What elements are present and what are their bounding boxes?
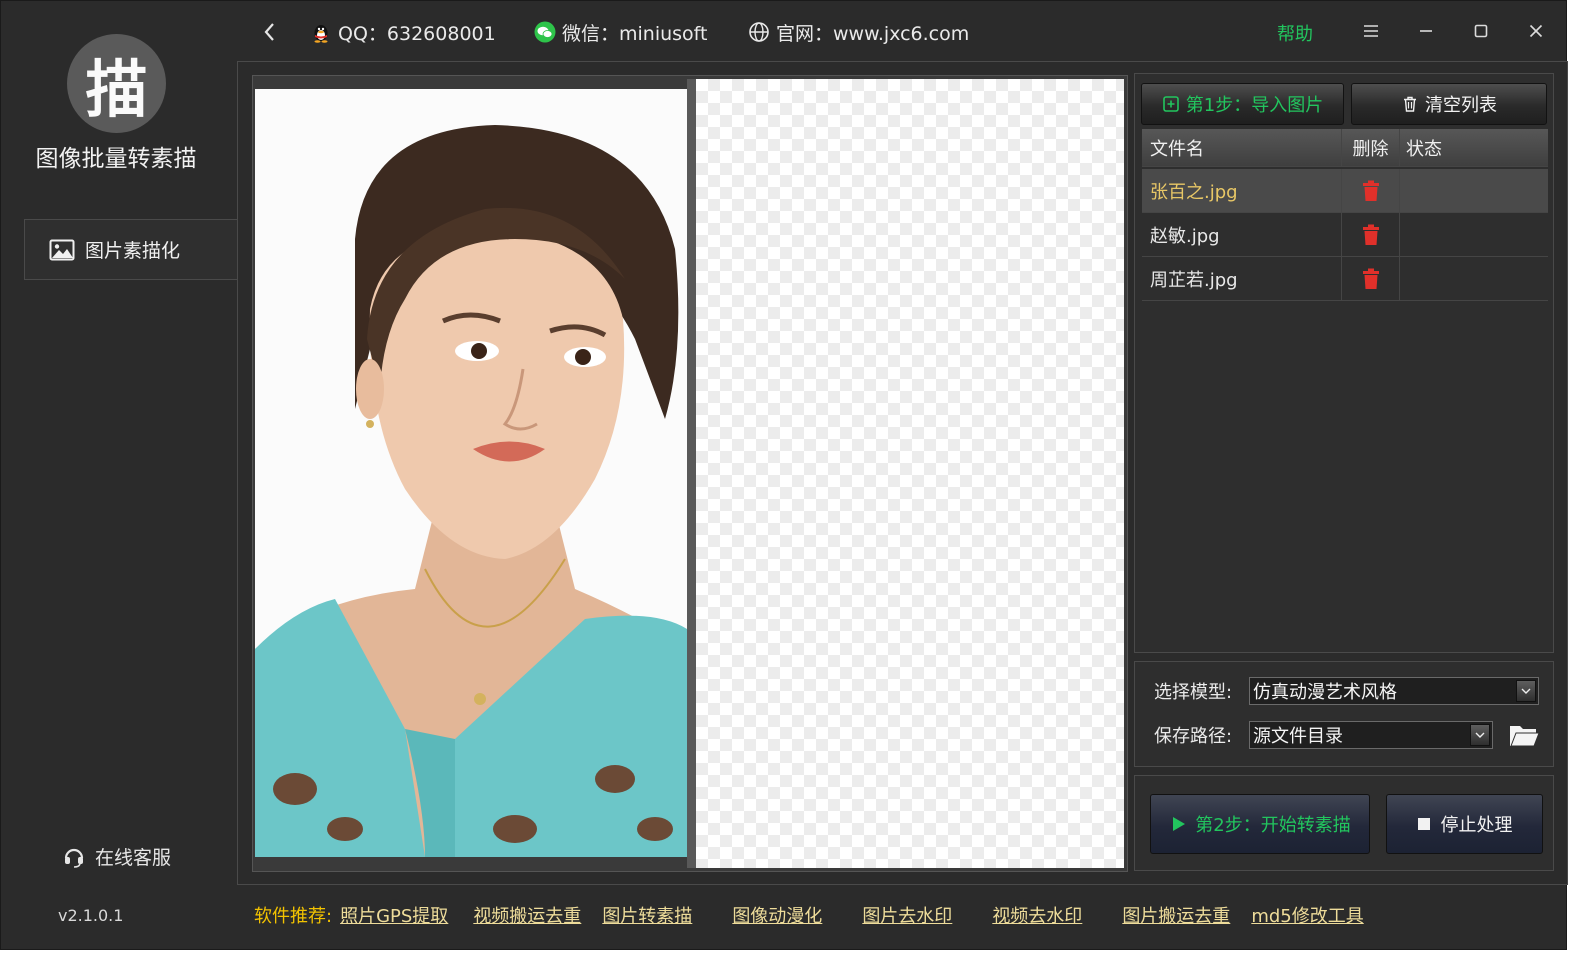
globe-icon: [749, 22, 769, 42]
play-icon: [1173, 817, 1186, 831]
online-service-label: 在线客服: [95, 847, 172, 869]
link-image-watermark[interactable]: 图片去水印: [862, 902, 952, 928]
column-header-name: 文件名: [1142, 129, 1342, 166]
online-service-button[interactable]: 在线客服: [63, 843, 171, 870]
app-logo: 描: [67, 34, 166, 133]
image-icon: [49, 239, 75, 260]
stop-button-label: 停止处理: [1440, 815, 1513, 836]
help-button[interactable]: 帮助: [1277, 20, 1313, 46]
menu-icon[interactable]: [1359, 19, 1383, 43]
maximize-icon[interactable]: [1469, 19, 1493, 43]
qq-contact: QQ：632608001: [310, 19, 496, 45]
column-header-delete: 删除: [1342, 129, 1400, 166]
qq-penguin-icon: [314, 25, 328, 43]
file-status: [1400, 213, 1548, 256]
delete-icon[interactable]: [1361, 224, 1381, 246]
wechat-icon: [534, 21, 556, 43]
wechat-text: 微信：miniusoft: [562, 22, 708, 45]
add-file-icon: [1162, 96, 1179, 112]
stop-button[interactable]: 停止处理: [1386, 794, 1543, 854]
chevron-down-icon: [1516, 680, 1536, 702]
link-gps-extract[interactable]: 照片GPS提取: [340, 902, 448, 928]
table-row[interactable]: 赵敏.jpg: [1142, 213, 1548, 257]
back-icon[interactable]: [259, 19, 281, 45]
file-status: [1400, 169, 1548, 212]
recommend-label: 软件推荐:: [254, 906, 333, 927]
file-name: 赵敏.jpg: [1142, 213, 1342, 256]
delete-icon[interactable]: [1361, 268, 1381, 290]
stop-icon: [1417, 818, 1430, 830]
result-preview: [696, 79, 1124, 868]
software-recommendations: 软件推荐: 照片GPS提取 视频搬运去重 图片转素描 图像动漫化 图片去水印 视…: [254, 902, 1364, 928]
table-row[interactable]: 周芷若.jpg: [1142, 257, 1548, 301]
preview-splitter[interactable]: [687, 79, 696, 868]
column-header-status: 状态: [1406, 138, 1442, 160]
link-video-dedup[interactable]: 视频搬运去重: [473, 902, 581, 928]
source-image-preview: [255, 89, 687, 857]
version-label: v2.1.0.1: [58, 906, 124, 925]
headset-icon: [64, 848, 84, 868]
sidebar-item-sketch[interactable]: 图片素描化: [24, 219, 239, 280]
link-image-sketch[interactable]: 图片转素描: [602, 902, 692, 928]
app-name: 图像批量转素描: [35, 146, 197, 172]
file-status: [1400, 257, 1548, 300]
model-select-value: 仿真动漫艺术风格: [1253, 682, 1397, 703]
folder-open-icon[interactable]: [1508, 721, 1540, 749]
link-image-dedup[interactable]: 图片搬运去重: [1122, 902, 1230, 928]
sidebar-item-label: 图片素描化: [85, 240, 181, 262]
table-row[interactable]: 张百之.jpg: [1142, 169, 1548, 213]
website-text: 官网：www.jxc6.com: [776, 22, 970, 45]
start-button[interactable]: 第2步：开始转素描: [1150, 794, 1370, 854]
chevron-down-icon: [1470, 724, 1490, 746]
save-path-value: 源文件目录: [1253, 726, 1343, 747]
link-video-watermark[interactable]: 视频去水印: [992, 902, 1082, 928]
wechat-contact: 微信：miniusoft: [534, 19, 707, 45]
file-name: 周芷若.jpg: [1142, 257, 1342, 300]
qq-text: QQ：632608001: [338, 22, 496, 45]
model-label: 选择模型:: [1154, 682, 1233, 703]
app-window: 描 图像批量转素描 图片素描化 在线客服 v2.1.0.1 QQ：6326080…: [0, 0, 1568, 950]
delete-icon[interactable]: [1361, 180, 1381, 202]
clear-list-label: 清空列表: [1425, 95, 1497, 116]
save-path-select[interactable]: 源文件目录: [1249, 721, 1493, 749]
minimize-icon[interactable]: [1414, 19, 1438, 43]
model-select[interactable]: 仿真动漫艺术风格: [1249, 677, 1539, 705]
close-icon[interactable]: [1524, 19, 1548, 43]
link-md5-tool[interactable]: md5修改工具: [1251, 902, 1363, 928]
link-image-anime[interactable]: 图像动漫化: [732, 902, 822, 928]
portrait-photo: [255, 89, 687, 857]
import-images-button[interactable]: 第1步：导入图片: [1141, 83, 1344, 125]
start-button-label: 第2步：开始转素描: [1195, 815, 1351, 836]
trash-outline-icon: [1404, 96, 1416, 112]
import-images-label: 第1步：导入图片: [1185, 95, 1324, 116]
clear-list-button[interactable]: 清空列表: [1351, 83, 1547, 125]
save-path-label: 保存路径:: [1154, 726, 1233, 747]
table-header: 文件名 删除 状态: [1142, 129, 1548, 167]
website-contact[interactable]: 官网：www.jxc6.com: [748, 19, 969, 45]
file-name: 张百之.jpg: [1142, 169, 1342, 212]
